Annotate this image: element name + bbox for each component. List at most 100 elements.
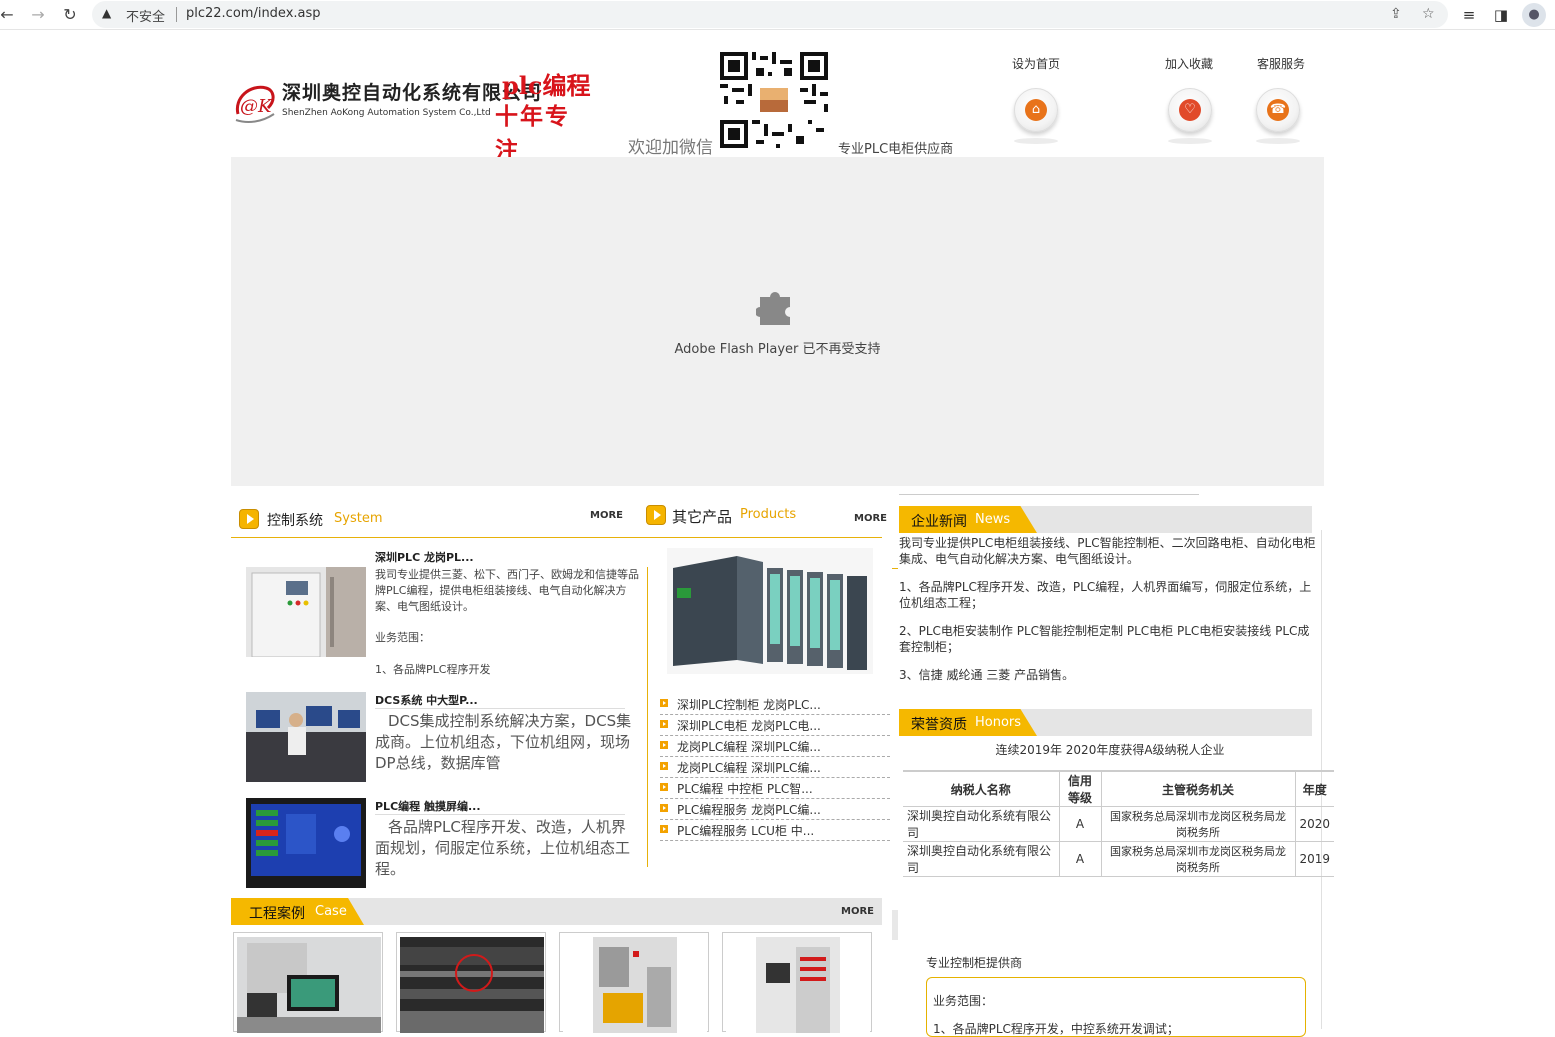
share-icon[interactable]: ⇪ — [1390, 6, 1402, 22]
honors-title-en: Honors — [975, 715, 1022, 730]
product-list-item[interactable]: 深圳PLC电柜 龙岗PLC电... — [660, 715, 890, 736]
service-phone-icon[interactable]: ☎ — [1256, 88, 1300, 132]
column-header: 年度 — [1295, 770, 1335, 807]
bullet-icon — [660, 762, 668, 770]
news-header: 企业新闻 News — [899, 506, 1312, 533]
product-link-text[interactable]: 深圳PLC电柜 龙岗PLC电... — [677, 717, 821, 734]
system-item-3-title[interactable]: PLC编程 触摸屏编... — [375, 798, 481, 814]
case-title-cn: 工程案例 — [249, 906, 305, 922]
home-icon-shadow — [1014, 138, 1058, 144]
case-card-4[interactable] — [722, 932, 872, 1033]
system-item-2-desc: DCS集成控制系统解决方案，DCS集成商。上位机组态，下位机组网，现场DP总线，… — [375, 712, 632, 772]
system-item-3-desc: 各品牌PLC程序开发、改造，人机界面规划，伺服定位系统，上位机组态工程。 — [375, 818, 631, 878]
address-bar[interactable]: ▲ 不安全 plc22.com/index.asp ⇪ ☆ — [92, 1, 1448, 28]
honors-header: 荣誉资质 Honors — [899, 709, 1312, 736]
case-card-1[interactable] — [233, 932, 383, 1033]
news-paragraph-4: 3、信捷 威纶通 三菱 产品销售。 — [899, 668, 1075, 682]
product-link-text[interactable]: 龙岗PLC编程 深圳PLC编... — [677, 759, 821, 776]
system-more-link[interactable]: MORE — [590, 510, 623, 521]
system-item-2-title[interactable]: DCS系统 中大型P... — [375, 692, 478, 708]
table-cell: A — [1059, 806, 1102, 842]
product-list-item[interactable]: PLC编程服务 LCU柜 中... — [660, 820, 890, 841]
system-item-3-image[interactable] — [246, 798, 366, 888]
system-header-rule — [231, 537, 882, 538]
business-scope-label: 业务范围： — [933, 994, 994, 1008]
system-item-1-scope-line: 1、各品牌PLC程序开发 — [375, 663, 491, 676]
news-title-en: News — [975, 512, 1011, 527]
product-list-item[interactable]: PLC编程服务 龙岗PLC编... — [660, 799, 890, 820]
tax-credit-table: 纳税人名称 信用等级 主管税务机关 年度 深圳奥控自动化系统有限公司 A 国家税… — [903, 770, 1335, 877]
table-cell: 2019 — [1295, 841, 1335, 877]
column-header: 纳税人名称 — [903, 770, 1060, 807]
product-link-text[interactable]: PLC编程服务 LCU柜 中... — [677, 822, 814, 839]
service-icon-shadow — [1256, 138, 1300, 144]
bullet-icon — [660, 825, 668, 833]
products-play-icon — [646, 505, 666, 525]
set-homepage-link[interactable]: 设为首页 — [1012, 55, 1060, 72]
add-favorite-link[interactable]: 加入收藏 — [1165, 55, 1213, 72]
product-list-item[interactable]: PLC编程 中控柜 PLC智... — [660, 778, 890, 799]
news-paragraph-3: 2、PLC电柜安装制作 PLC智能控制柜定制 PLC电柜 PLC电柜安装接线 P… — [899, 624, 1310, 654]
product-list-item[interactable]: 龙岗PLC编程 深圳PLC编... — [660, 757, 890, 778]
table-cell: 2020 — [1295, 806, 1335, 842]
system-item-1-title[interactable]: 深圳PLC 龙岗PL... — [375, 549, 474, 565]
profile-avatar-icon[interactable]: ● — [1522, 3, 1546, 27]
favorite-icon-shadow — [1168, 138, 1212, 144]
system-item-1-desc: 我司专业提供三菱、松下、西门子、欧姆龙和信捷等品牌PLC编程，提供电柜组装接线、… — [375, 568, 639, 613]
case-more-link[interactable]: MORE — [841, 906, 874, 917]
back-icon[interactable]: ← — [0, 4, 18, 26]
business-scope-box: 业务范围： 1、各品牌PLC程序开发，中控系统开发调试； — [926, 977, 1306, 1037]
news-paragraph-1: 我司专业提供PLC电柜组装接线、PLC智能控制柜、二次回路电柜、自动化电柜集成、… — [899, 536, 1316, 566]
table-row: 深圳奥控自动化系统有限公司 A 国家税务总局深圳市龙岗区税务局龙岗税务所 202… — [903, 806, 1335, 842]
case-card-3[interactable] — [559, 932, 709, 1033]
case-image-2 — [400, 937, 544, 1033]
side-panel-icon[interactable]: ◨ — [1490, 4, 1512, 26]
products-title-cn: 其它产品 — [672, 508, 733, 526]
system-item-2-rule — [375, 708, 625, 709]
browser-toolbar: ← → ↻ ▲ 不安全 plc22.com/index.asp ⇪ ☆ ≡ ◨ … — [0, 0, 1555, 30]
case-image-3 — [563, 937, 707, 1033]
product-link-text[interactable]: PLC编程 中控柜 PLC智... — [677, 780, 813, 797]
site-logo[interactable]: @K 深圳奥控自动化系统有限公司 ShenZhen AoKong Automat… — [232, 66, 592, 164]
product-list-item[interactable]: 深圳PLC控制柜 龙岗PLC... — [660, 694, 890, 715]
bullet-icon — [660, 741, 668, 749]
favorite-icon[interactable]: ♡ — [1168, 88, 1212, 132]
customer-service-link[interactable]: 客服服务 — [1257, 55, 1305, 72]
warning-icon[interactable]: ▲ — [102, 6, 111, 20]
product-link-text[interactable]: 深圳PLC控制柜 龙岗PLC... — [677, 696, 821, 713]
honors-title-cn: 荣誉资质 — [911, 717, 967, 733]
product-link-text[interactable]: PLC编程服务 龙岗PLC编... — [677, 801, 821, 818]
case-card-2[interactable] — [396, 932, 546, 1033]
system-title-cn: 控制系统 — [267, 513, 323, 529]
plugin-puzzle-icon — [756, 292, 790, 325]
home-icon[interactable]: ⌂ — [1014, 88, 1058, 132]
star-icon[interactable]: ☆ — [1422, 6, 1435, 22]
table-row: 深圳奥控自动化系统有限公司 A 国家税务总局深圳市龙岗区税务局龙岗税务所 201… — [903, 841, 1335, 877]
bullet-icon — [660, 720, 668, 728]
insecure-label[interactable]: 不安全 — [126, 6, 165, 25]
products-featured-image[interactable] — [667, 548, 873, 674]
control-cabinet-supplier-title: 专业控制柜提供商 — [926, 956, 1023, 970]
system-item-1-scope-label: 业务范围： — [375, 631, 430, 644]
column-header: 信用等级 — [1059, 770, 1102, 807]
reload-icon[interactable]: ↻ — [59, 4, 81, 26]
product-link-text[interactable]: 龙岗PLC编程 深圳PLC编... — [677, 738, 821, 755]
wechat-welcome-text: 欢迎加微信 — [628, 138, 713, 158]
system-item-1-image[interactable] — [246, 567, 366, 657]
system-item-2-image[interactable] — [246, 692, 366, 782]
flash-banner-placeholder: Adobe Flash Player 已不再受支持 — [231, 157, 1324, 486]
table-cell: 深圳奥控自动化系统有限公司 — [903, 806, 1060, 842]
system-play-icon — [239, 509, 259, 529]
supplier-tagline: 专业PLC电柜供应商 — [838, 142, 954, 157]
news-paragraph-2: 1、各品牌PLC程序开发、改造，PLC编程，人机界面编写，伺服定位系统，上位机组… — [899, 580, 1312, 610]
case-header: 工程案例 Case MORE — [231, 898, 882, 925]
url-text[interactable]: plc22.com/index.asp — [186, 6, 321, 21]
news-title-cn: 企业新闻 — [911, 514, 967, 530]
forward-icon[interactable]: → — [27, 4, 49, 26]
reading-list-icon[interactable]: ≡ — [1458, 4, 1480, 26]
product-list-item[interactable]: 龙岗PLC编程 深圳PLC编... — [660, 736, 890, 757]
products-more-link[interactable]: MORE — [854, 513, 887, 524]
honors-caption: 连续2019年 2020年度获得A级纳税人企业 — [995, 743, 1225, 757]
address-separator — [176, 7, 177, 22]
case-image-4 — [726, 937, 870, 1033]
